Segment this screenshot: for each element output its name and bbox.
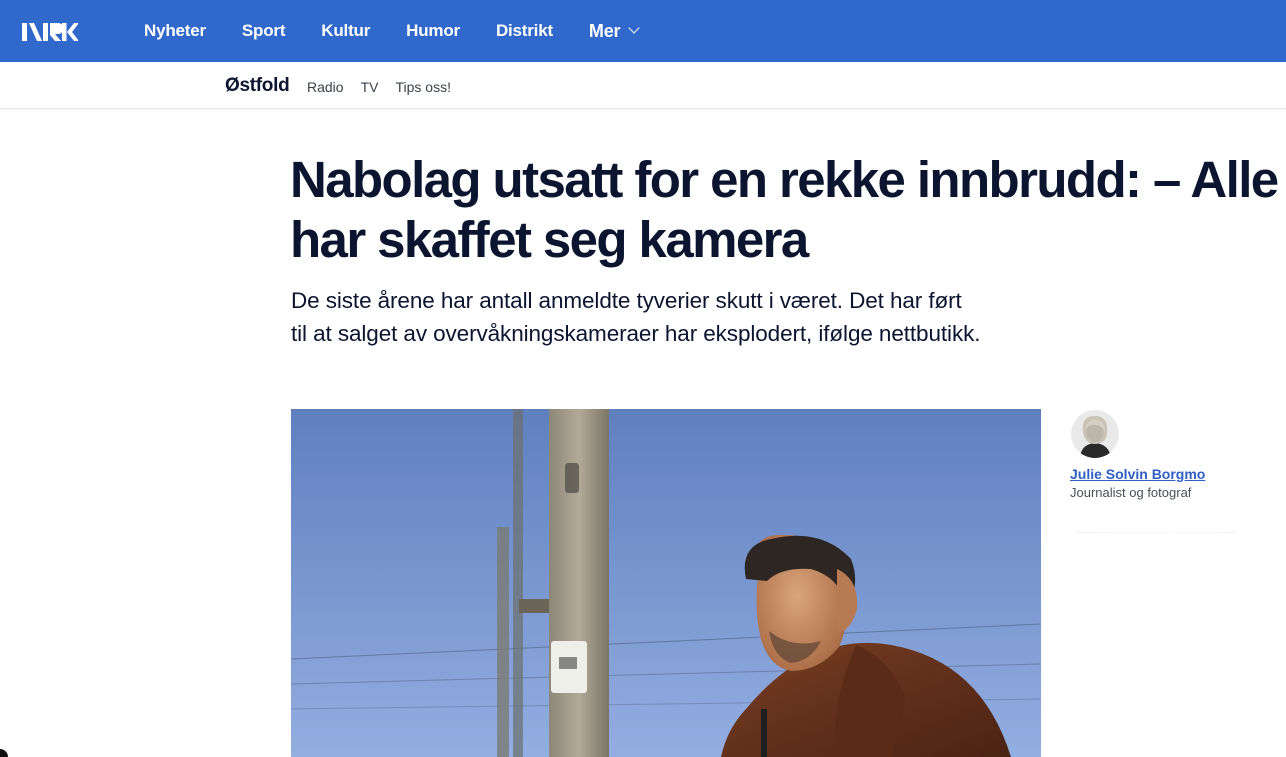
nav-item-nyheter[interactable]: Nyheter: [144, 21, 206, 41]
author-portrait[interactable]: [1071, 410, 1119, 458]
article-byline: Julie Solvin Borgmo Journalist og fotogr…: [1070, 410, 1270, 500]
nav-item-mer[interactable]: Mer: [588, 20, 641, 42]
nav-item-distrikt[interactable]: Distrikt: [496, 21, 553, 41]
main-nav: Nyheter Sport Kultur Humor Distrikt Mer: [144, 0, 674, 62]
nav-item-sport[interactable]: Sport: [242, 21, 286, 41]
nav-item-humor[interactable]: Humor: [406, 21, 460, 41]
subnav-link-tips[interactable]: Tips oss!: [395, 79, 451, 95]
subnav-link-tv[interactable]: TV: [361, 79, 379, 95]
byline-divider: [1076, 532, 1236, 533]
article-main-photo[interactable]: [291, 409, 1041, 757]
region-title[interactable]: Østfold: [225, 75, 290, 97]
man-by-utility-pole-photo: [291, 409, 1041, 757]
regional-subnav-bar: Østfold Radio TV Tips oss!: [0, 62, 1286, 109]
window-corner: [0, 749, 8, 757]
nav-item-mer-label: Mer: [588, 20, 621, 41]
author-link[interactable]: Julie Solvin Borgmo: [1070, 466, 1270, 482]
article-headline: Nabolag utsatt for en rekke innbrudd: – …: [290, 151, 1279, 268]
author-role: Journalist og fotograf: [1070, 485, 1192, 500]
chevron-down-icon: [628, 22, 641, 34]
article-lead: De siste årene har antall anmeldte tyver…: [291, 288, 981, 346]
nrk-logo-icon[interactable]: [22, 21, 78, 43]
regional-links: Radio TV Tips oss!: [307, 79, 468, 95]
nav-item-kultur[interactable]: Kultur: [321, 21, 370, 41]
top-navigation-bar: Nyheter Sport Kultur Humor Distrikt Mer: [0, 0, 1286, 62]
subnav-link-radio[interactable]: Radio: [307, 79, 344, 95]
